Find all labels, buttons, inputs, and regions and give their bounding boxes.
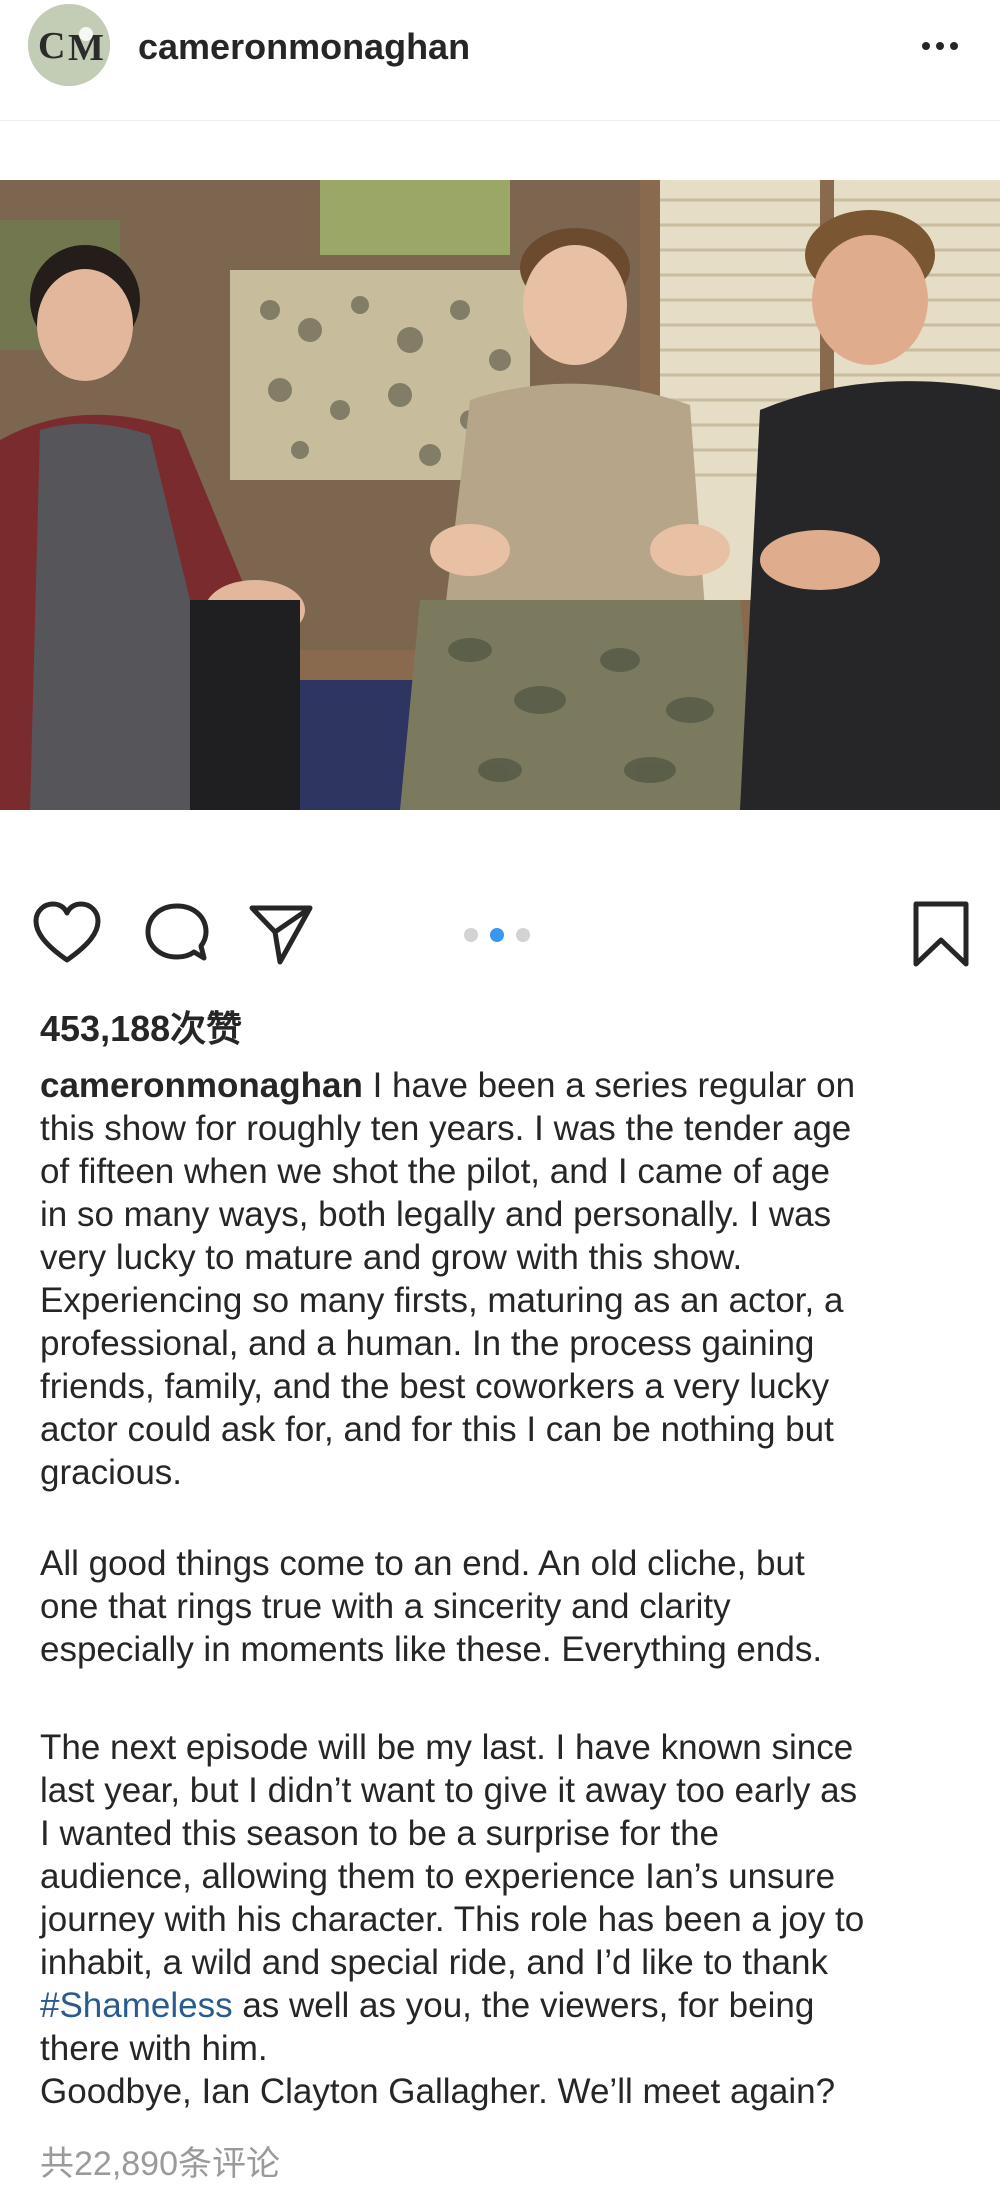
caption-line: in so many ways, both legally and person… xyxy=(40,1195,832,1234)
carousel-dot xyxy=(516,928,530,942)
bookmark-icon[interactable] xyxy=(906,900,976,970)
hashtag-link[interactable]: #Shameless xyxy=(40,1986,233,2025)
caption-username[interactable]: cameronmonaghan xyxy=(40,1066,363,1105)
caption-line: this show for roughly ten years. I was t… xyxy=(40,1109,852,1148)
caption-paragraph-3: The next episode will be my last. I have… xyxy=(40,1726,980,2113)
caption-line: of fifteen when we shot the pilot, and I… xyxy=(40,1152,830,1191)
comment-bubble-icon[interactable] xyxy=(142,900,212,970)
caption-line: actor could ask for, and for this I can … xyxy=(40,1410,834,1449)
caption-line: professional, and a human. In the proces… xyxy=(40,1324,815,1363)
caption-line: journey with his character. This role ha… xyxy=(40,1900,865,1939)
caption-line: audience, allowing them to experience Ia… xyxy=(40,1857,836,1896)
post-header: C M cameronmonaghan xyxy=(0,0,1000,121)
profile-avatar-icon[interactable]: C M xyxy=(28,4,110,86)
caption-paragraph-1: cameronmonaghan I have been a series reg… xyxy=(40,1064,980,1494)
caption-line: friends, family, and the best coworkers … xyxy=(40,1367,830,1406)
heart-icon[interactable] xyxy=(32,900,102,970)
carousel-dot xyxy=(464,928,478,942)
carousel-indicator xyxy=(464,928,544,944)
caption-line: very lucky to mature and grow with this … xyxy=(40,1238,743,1277)
view-comments-link[interactable]: 共22,890条评论 xyxy=(40,2136,280,2185)
caption-line: inhabit, a wild and special ride, and I’… xyxy=(40,1943,828,1982)
caption-line: there with him. xyxy=(40,2029,268,2068)
caption-line: I have been a series regular on xyxy=(362,1066,856,1105)
caption-line: as well as you, the viewers, for being xyxy=(232,1986,815,2025)
caption-line: I wanted this season to be a surprise fo… xyxy=(40,1814,719,1853)
post-photo[interactable] xyxy=(0,180,1000,810)
caption-line: The next episode will be my last. I have… xyxy=(40,1728,854,1767)
post-username[interactable]: cameronmonaghan xyxy=(138,26,470,68)
caption-line: last year, but I didn’t want to give it … xyxy=(40,1771,858,1810)
svg-text:C: C xyxy=(38,25,65,67)
caption-line: especially in moments like these. Everyt… xyxy=(40,1630,823,1669)
caption-line: All good things come to an end. An old c… xyxy=(40,1544,805,1583)
more-horizontal-icon[interactable] xyxy=(918,24,962,64)
paper-plane-icon[interactable] xyxy=(248,900,318,970)
carousel-dot-active xyxy=(490,928,504,942)
caption-paragraph-2: All good things come to an end. An old c… xyxy=(40,1542,980,1671)
caption-line: Experiencing so many firsts, maturing as… xyxy=(40,1281,844,1320)
like-count[interactable]: 453,188次赞 xyxy=(40,1000,242,1052)
caption-line: gracious. xyxy=(40,1453,183,1492)
caption-goodbye-line: Goodbye, Ian Clayton Gallagher. We’ll me… xyxy=(40,2072,836,2111)
caption-line: one that rings true with a sincerity and… xyxy=(40,1587,731,1626)
